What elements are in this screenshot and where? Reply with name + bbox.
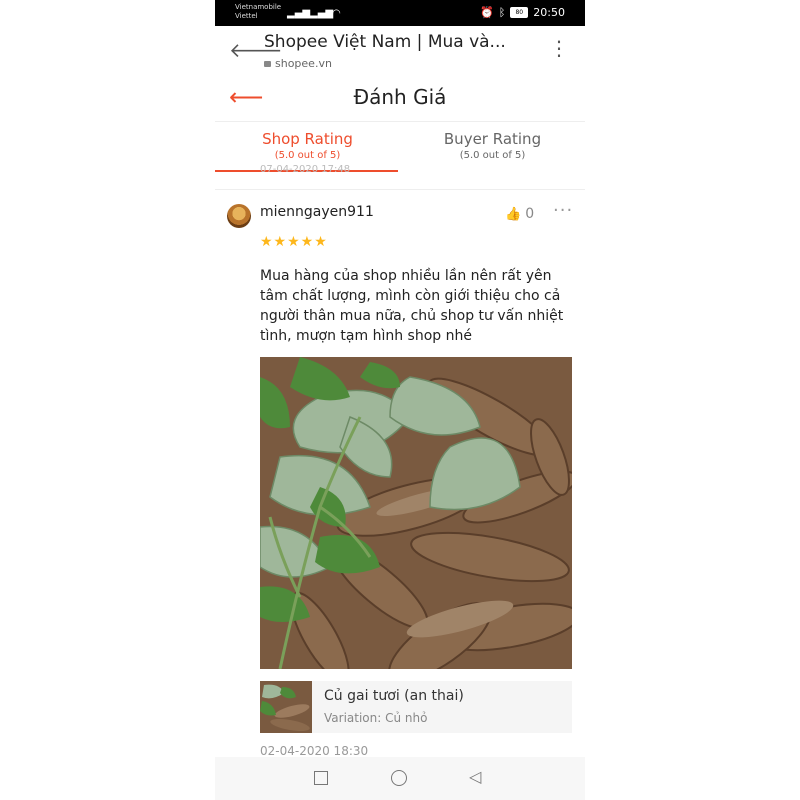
signal-icon: ▂▄▆ <box>310 8 334 19</box>
carrier-line-1: Vietnamobile <box>235 3 282 11</box>
url-text: shopee.vn <box>275 57 332 70</box>
status-bar: Vietnamobile Viettel ▂▄▆ ▂▄▆ ◠ ⏰ ᛒ 80 20… <box>215 0 585 26</box>
product-variation: Variation: Củ nhỏ <box>324 711 428 725</box>
product-thumbnail <box>260 681 312 733</box>
time-label: 20:50 <box>533 6 565 19</box>
star-rating: ★★★★★ <box>260 234 328 250</box>
alarm-icon: ⏰ <box>479 6 494 19</box>
header-title: Đánh Giá <box>353 85 447 109</box>
phone-screen: Vietnamobile Viettel ▂▄▆ ▂▄▆ ◠ ⏰ ᛒ 80 20… <box>215 0 585 800</box>
divider <box>215 189 585 190</box>
avatar[interactable] <box>227 204 251 228</box>
system-nav-bar: ◁ <box>215 757 585 800</box>
tab-sublabel: (5.0 out of 5) <box>274 150 341 161</box>
browser-bar: 🡐 Shopee Việt Nam | Mua và... shopee.vn … <box>215 26 585 76</box>
tab-label: Buyer Rating <box>443 130 542 148</box>
tab-label: Shop Rating <box>262 130 353 148</box>
back-triangle-icon[interactable]: ◁ <box>469 767 481 786</box>
tab-buyer-rating[interactable]: Buyer Rating (5.0 out of 5) <box>400 130 585 161</box>
product-name: Củ gai tươi (an thai) <box>324 688 464 704</box>
like-count: 0 <box>525 206 535 222</box>
recent-apps-icon[interactable] <box>314 771 328 785</box>
lock-icon <box>264 61 271 67</box>
carrier-label: Vietnamobile Viettel <box>235 3 281 21</box>
kebab-menu-icon[interactable]: ⋮ <box>549 38 569 58</box>
battery-icon: 80 <box>510 7 529 18</box>
review-text: Mua hàng của shop nhiều lần nên rất yên … <box>260 268 564 344</box>
review-date: 02-04-2020 18:30 <box>260 744 369 758</box>
wifi-icon: ◠ <box>332 8 341 19</box>
page-title: Shopee Việt Nam | Mua và... <box>264 32 506 52</box>
like-button[interactable]: 👍 0 <box>505 206 534 222</box>
tab-shop-rating[interactable]: Shop Rating (5.0 out of 5) <box>215 130 400 161</box>
carrier-line-2: Viettel <box>235 12 258 20</box>
signal-icon: ▂▄▆ <box>287 8 311 19</box>
url-label: shopee.vn <box>264 57 332 70</box>
status-right: ⏰ ᛒ 80 20:50 <box>480 6 565 19</box>
tab-sublabel: (5.0 out of 5) <box>459 150 526 161</box>
bluetooth-icon: ᛒ <box>498 6 506 19</box>
app-header: ⟵ Đánh Giá <box>215 75 585 122</box>
product-card[interactable]: Củ gai tươi (an thai) Variation: Củ nhỏ <box>260 681 572 733</box>
more-options-icon[interactable]: ··· <box>553 200 573 221</box>
previous-review-date: 07-04-2020 17:48 <box>260 164 351 174</box>
home-icon[interactable] <box>391 770 407 786</box>
review-photo[interactable] <box>260 357 572 669</box>
thumbs-up-icon: 👍 <box>505 206 522 222</box>
username: mienngayen911 <box>260 204 374 220</box>
